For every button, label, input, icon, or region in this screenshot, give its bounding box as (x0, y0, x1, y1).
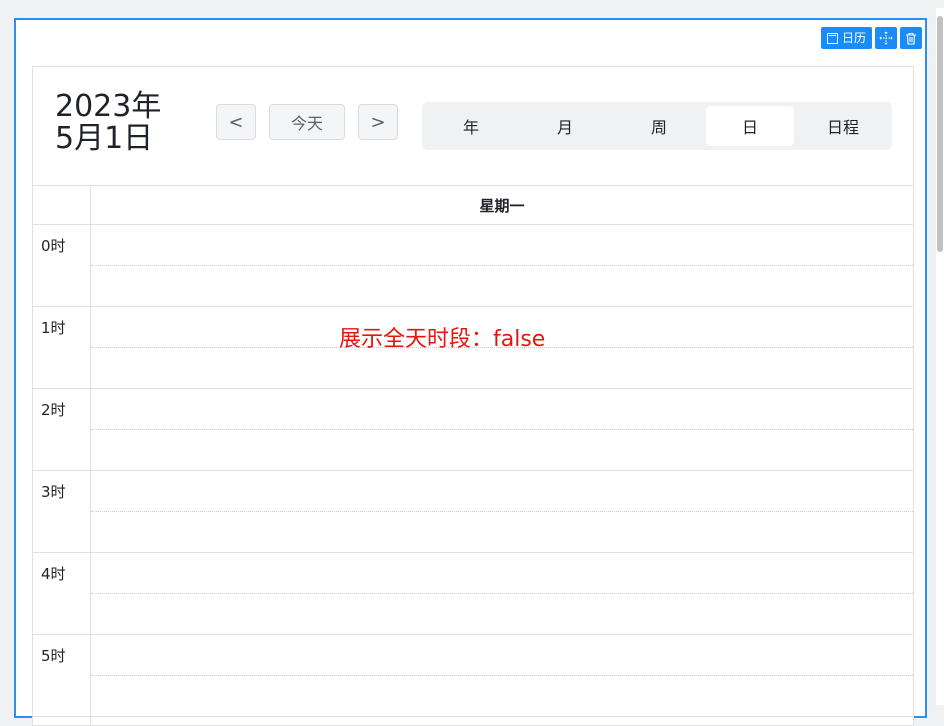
all-day-setting-note: 展示全天时段：false (339, 327, 546, 352)
view-switcher: 年 月 周 日 日程 (422, 102, 892, 150)
prev-button[interactable]: < (216, 104, 256, 140)
scrollbar-thumb[interactable] (937, 16, 943, 252)
date-title-day: 5月1日 (55, 121, 154, 156)
calendar-card: 2023年 5月1日 < 今天 > 年 月 周 日 日程 星期一 0时 1时 2… (32, 66, 914, 726)
hour-row[interactable]: 3时 (33, 471, 913, 553)
weekday-header: 星期一 (33, 185, 913, 225)
hour-row[interactable]: 4时 (33, 553, 913, 635)
calendar-widget-frame[interactable]: 日历 2023年 5月1日 < 今天 > 年 月 周 日 日程 星期一 0时 1… (14, 18, 927, 726)
date-title-year: 2023年 (55, 89, 162, 124)
half-hour-divider (91, 675, 913, 676)
delete-button[interactable] (900, 27, 922, 49)
hour-row[interactable]: 0时 (33, 225, 913, 307)
half-hour-divider (91, 429, 913, 430)
widget-name-button[interactable]: 日历 (820, 27, 872, 49)
half-hour-divider (91, 593, 913, 594)
tab-day[interactable]: 日 (706, 106, 794, 146)
widget-toolbar: 日历 (820, 27, 922, 49)
delete-icon (906, 32, 916, 45)
chevron-right-icon: > (370, 111, 386, 133)
move-button[interactable] (875, 27, 897, 49)
calendar-icon (826, 32, 838, 44)
hour-row[interactable]: 2时 (33, 389, 913, 471)
today-label: 今天 (290, 114, 323, 133)
chevron-left-icon: < (228, 111, 244, 133)
move-icon (879, 31, 893, 45)
hour-label: 2时 (41, 401, 66, 419)
page-scrollbar[interactable] (936, 8, 944, 705)
next-button[interactable]: > (358, 104, 398, 140)
day-grid: 星期一 0时 1时 2时 3时 4时 5时 (33, 185, 913, 725)
top-strip (0, 0, 944, 8)
tab-month[interactable]: 月 (520, 106, 610, 146)
time-gutter-divider (90, 185, 91, 725)
hour-label: 0时 (41, 237, 66, 255)
hour-label: 4时 (41, 565, 66, 583)
widget-name-label: 日历 (841, 31, 866, 45)
date-title: 2023年 5月1日 (55, 91, 195, 155)
tab-year[interactable]: 年 (426, 106, 516, 146)
today-button[interactable]: 今天 (269, 104, 345, 140)
tab-agenda[interactable]: 日程 (798, 106, 888, 146)
weekday-label: 星期一 (479, 196, 525, 215)
tab-week[interactable]: 周 (614, 106, 704, 146)
half-hour-divider (91, 265, 913, 266)
half-hour-divider (91, 511, 913, 512)
hour-label: 1时 (41, 319, 66, 337)
hour-label: 3时 (41, 483, 66, 501)
hour-label: 5时 (41, 647, 66, 665)
